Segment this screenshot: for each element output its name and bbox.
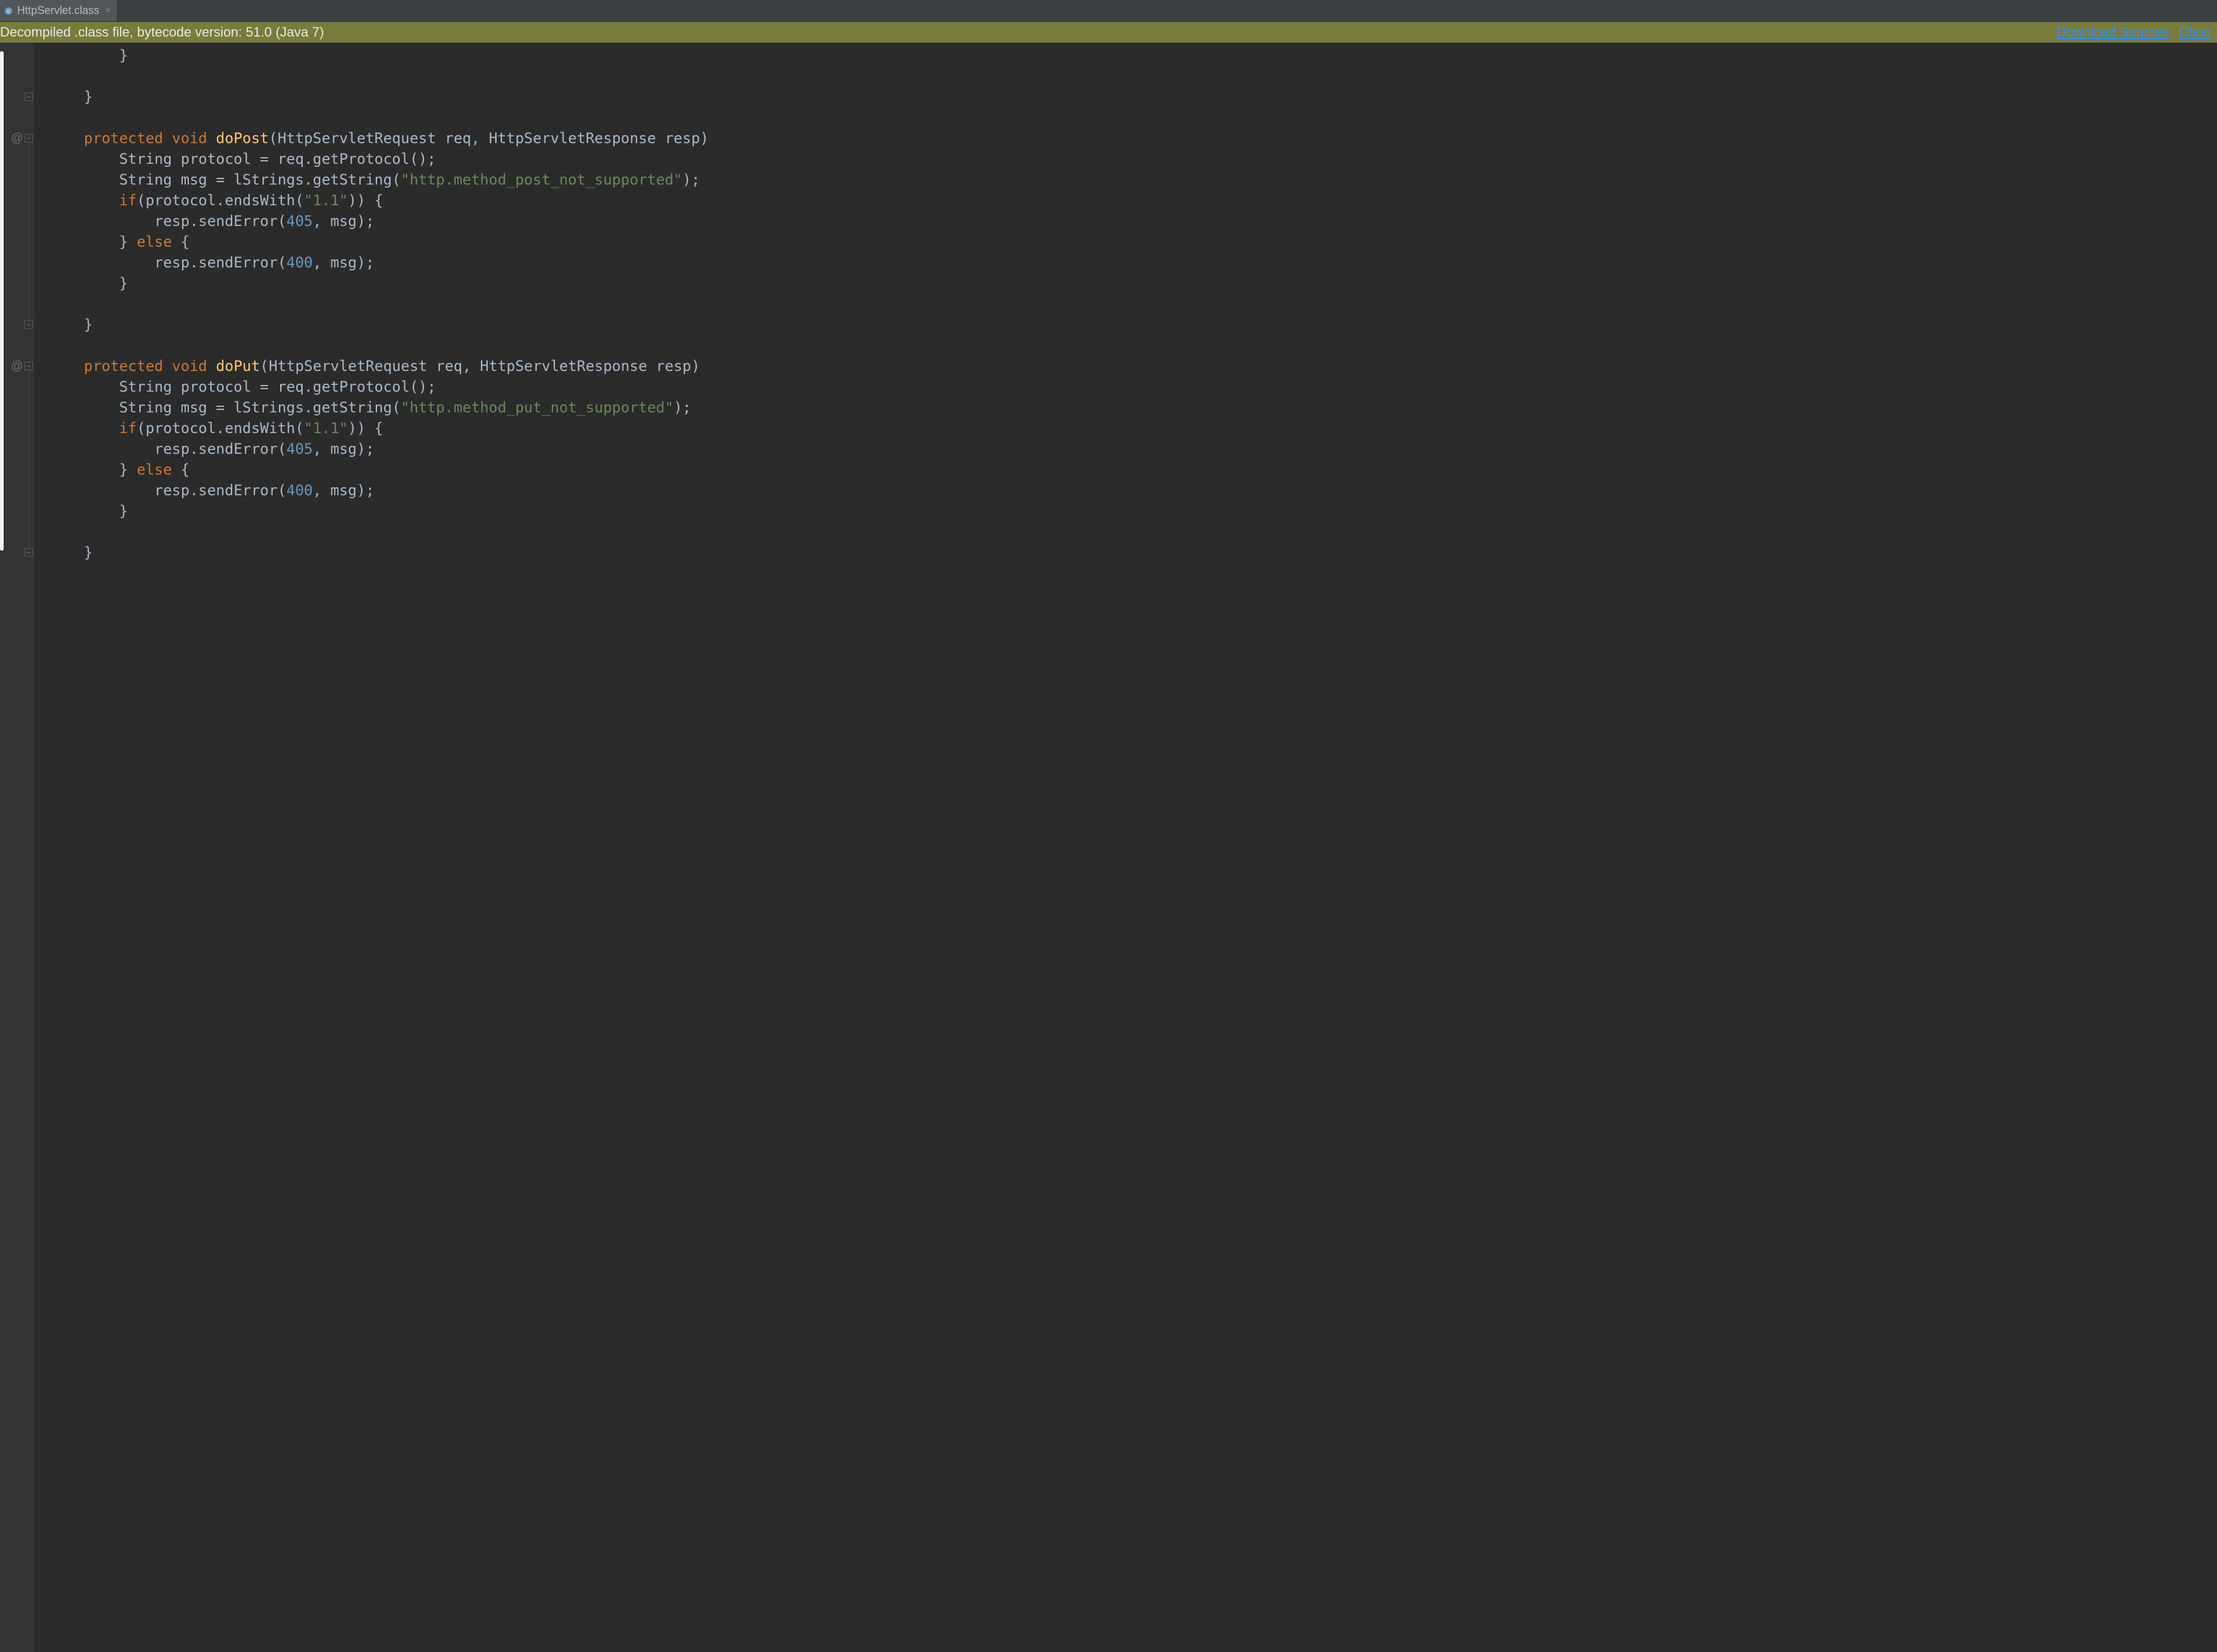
code-line[interactable]: String protocol = req.getProtocol(); — [49, 376, 2217, 397]
code-line[interactable] — [49, 107, 2217, 128]
code-line[interactable]: } — [49, 45, 2217, 66]
left-edge-strip — [0, 51, 4, 551]
fold-close-icon[interactable]: − — [24, 548, 33, 557]
code-line[interactable]: } — [49, 501, 2217, 521]
tab-filename: HttpServlet.class — [17, 4, 99, 17]
code-line[interactable]: String msg = lStrings.getString("http.me… — [49, 169, 2217, 190]
code-line[interactable] — [49, 294, 2217, 314]
code-line[interactable]: } else { — [49, 231, 2217, 252]
code-line[interactable]: resp.sendError(405, msg); — [49, 211, 2217, 231]
code-area[interactable]: } } protected void doPost(HttpServletReq… — [34, 43, 2217, 1652]
decompiled-banner: Decompiled .class file, bytecode version… — [0, 22, 2217, 43]
tab-bar: c HttpServlet.class × — [0, 0, 2217, 22]
svg-text:c: c — [7, 8, 10, 14]
code-line[interactable]: resp.sendError(400, msg); — [49, 480, 2217, 501]
code-line[interactable] — [49, 521, 2217, 542]
fold-open-icon[interactable]: − — [24, 134, 33, 143]
code-line[interactable]: resp.sendError(400, msg); — [49, 252, 2217, 273]
code-line[interactable]: String protocol = req.getProtocol(); — [49, 149, 2217, 169]
code-line[interactable]: protected void doPost(HttpServletRequest… — [49, 128, 2217, 149]
code-line[interactable]: if(protocol.endsWith("1.1")) { — [49, 418, 2217, 439]
code-line[interactable]: String msg = lStrings.getString("http.me… — [49, 397, 2217, 418]
java-class-icon: c — [4, 6, 13, 16]
banner-message: Decompiled .class file, bytecode version… — [0, 24, 324, 40]
code-line[interactable]: } else { — [49, 459, 2217, 480]
fold-close-icon[interactable]: − — [24, 93, 33, 101]
code-line[interactable]: protected void doPut(HttpServletRequest … — [49, 356, 2217, 376]
code-line[interactable]: } — [49, 86, 2217, 107]
editor: −@−−@−− } } protected void doPost(HttpSe… — [0, 43, 2217, 1652]
fold-open-icon[interactable]: − — [24, 362, 33, 370]
editor-tab[interactable]: c HttpServlet.class × — [0, 0, 118, 21]
code-line[interactable]: } — [49, 542, 2217, 563]
download-sources-link[interactable]: Download Sources — [2057, 24, 2169, 40]
code-line[interactable]: resp.sendError(405, msg); — [49, 439, 2217, 459]
close-icon[interactable]: × — [105, 5, 111, 16]
fold-close-icon[interactable]: − — [24, 320, 33, 329]
code-line[interactable]: if(protocol.endsWith("1.1")) { — [49, 190, 2217, 211]
code-line[interactable] — [49, 66, 2217, 86]
code-line[interactable]: } — [49, 314, 2217, 335]
gutter[interactable]: −@−−@−− — [0, 43, 34, 1652]
code-line[interactable] — [49, 335, 2217, 356]
code-line[interactable]: } — [49, 273, 2217, 294]
choose-sources-link[interactable]: Choo — [2179, 24, 2211, 40]
